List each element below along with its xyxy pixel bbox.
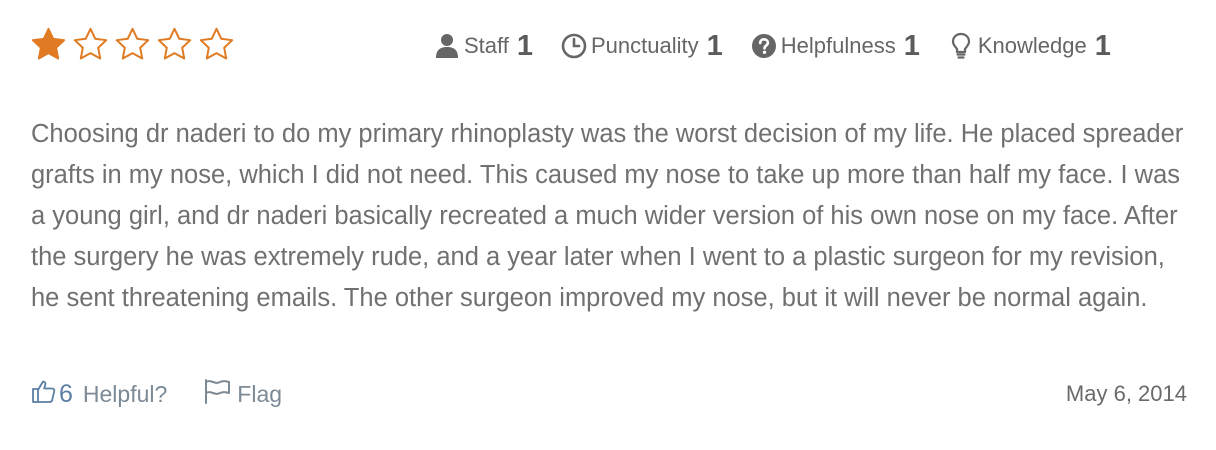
rating-helpfulness: Helpfulness 1 [751,30,920,63]
flag-icon [203,378,231,410]
rating-value: 1 [516,29,533,62]
rating-knowledge: Knowledge 1 [948,30,1111,63]
rating-value: 1 [1094,29,1111,62]
star-empty-icon [157,27,192,60]
rating-label: Helpfulness [780,33,896,58]
helpful-count: 6 [59,379,73,408]
helpful-label[interactable]: Helpful? [83,381,167,408]
rating-punctuality: Punctuality 1 [561,30,723,63]
category-ratings: Staff 1 Punctuality 1 Helpfulness 1 Know… [434,26,1111,66]
question-circle-icon [751,33,777,59]
flag-button[interactable]: Flag [203,378,282,410]
clock-icon [561,33,587,59]
star-empty-icon [115,27,150,60]
helpful-button[interactable]: 6 Helpful? [31,378,167,410]
star-filled-icon [31,27,66,60]
review-footer: 6 Helpful? Flag May 6, 2014 [31,374,1187,414]
rating-staff: Staff 1 [434,30,533,63]
review-date: May 6, 2014 [1065,381,1187,406]
rating-label: Knowledge [977,33,1087,58]
rating-label: Staff [464,33,509,58]
flag-label[interactable]: Flag [237,381,282,408]
review-text: Choosing dr naderi to do my primary rhin… [31,120,1184,312]
star-empty-icon [73,27,108,60]
lightbulb-icon [948,32,974,59]
star-empty-icon [199,27,234,60]
star-rating [30,26,235,63]
person-icon [434,33,460,59]
thumbs-up-icon [31,378,57,410]
rating-label: Punctuality [591,33,699,58]
rating-value: 1 [903,29,920,62]
rating-value: 1 [706,29,723,62]
